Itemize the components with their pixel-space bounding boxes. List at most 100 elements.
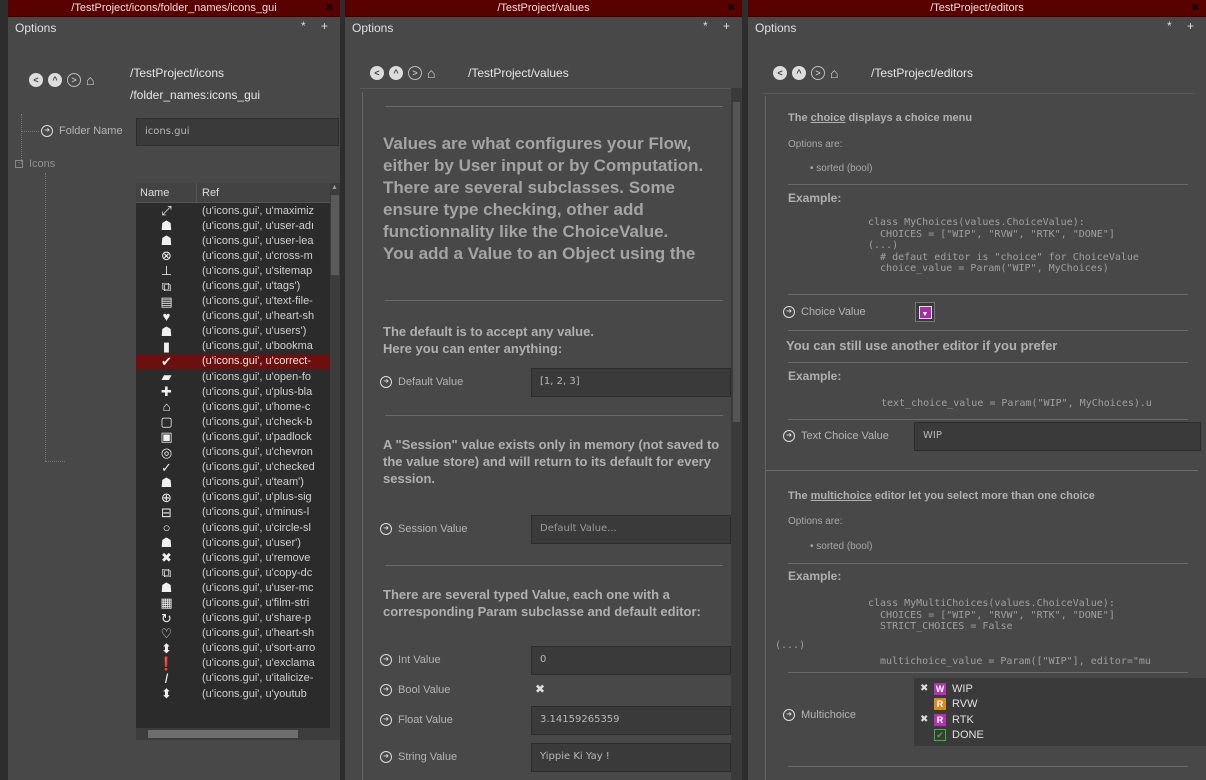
breadcrumb[interactable]: /TestProject/editors — [871, 66, 973, 80]
table-row[interactable]: ⊟ (u'icons.gui', u'minus-l — [136, 505, 340, 520]
options-menu[interactable]: Options — [755, 21, 796, 35]
icons-table[interactable]: Name Ref ⤢ (u'icons.gui', u'maximiz ☗ (u'ic… — [136, 183, 340, 740]
arrow-circle-icon: ➜ — [783, 430, 795, 442]
table-row[interactable]: ▦ (u'icons.gui', u'film-stri — [136, 595, 340, 610]
options-menu[interactable]: Options — [352, 21, 393, 35]
table-row[interactable]: ○ (u'icons.gui', u'circle-sl — [136, 520, 340, 535]
table-row[interactable]: ▤ (u'icons.gui', u'text-file- — [136, 294, 340, 309]
table-row[interactable]: ✔ (u'icons.gui', u'correct- — [136, 353, 340, 370]
table-row[interactable]: ◎ (u'icons.gui', u'chevron — [136, 445, 340, 460]
string-value-field[interactable]: Yippie Ki Yay ! — [531, 743, 731, 772]
table-row[interactable]: ⊗ (u'icons.gui', u'cross-m — [136, 248, 340, 263]
table-row[interactable]: ❗ (u'icons.gui', u'exclama — [136, 656, 340, 671]
multichoice-checkbox[interactable]: ✖ — [920, 683, 931, 694]
multichoice-item-label: RVW — [952, 698, 978, 710]
multichoice-item[interactable]: ✖ W WIP — [920, 681, 973, 696]
column-header-name[interactable]: Name — [136, 183, 197, 202]
back-icon[interactable]: < — [29, 73, 43, 87]
forward-icon[interactable]: > — [408, 66, 422, 80]
row-icon: ♥ — [162, 308, 171, 324]
pane-title-bar[interactable]: /TestProject/editors ✖ — [748, 0, 1206, 17]
table-row[interactable]: ✓ (u'icons.gui', u'checked — [136, 460, 340, 475]
table-row[interactable]: ↻ (u'icons.gui', u'share-p — [136, 611, 340, 626]
column-header-ref[interactable]: Ref — [197, 183, 219, 202]
table-row[interactable]: ☗ (u'icons.gui', u'user-mc — [136, 580, 340, 595]
row-icon: ⊗ — [161, 248, 172, 264]
table-row[interactable]: ☗ (u'icons.gui', u'user-adı — [136, 218, 340, 233]
table-row[interactable]: ▰ (u'icons.gui', u'open-fo — [136, 369, 340, 384]
int-value-field[interactable]: 0 — [531, 646, 731, 675]
options-menu[interactable]: Options — [15, 21, 56, 35]
default-text-line1: The default is to accept any value. — [383, 324, 594, 339]
choice-dropdown[interactable]: ▼ — [915, 302, 935, 322]
home-icon[interactable]: ⌂ — [830, 66, 838, 80]
table-row[interactable]: ☗ (u'icons.gui', u'users') — [136, 324, 340, 339]
bool-value-checkbox[interactable]: ✖ — [535, 682, 545, 696]
table-row[interactable]: ☗ (u'icons.gui', u'user-lea — [136, 233, 340, 248]
icons-tree-item[interactable]: - Icons — [15, 158, 55, 170]
pane-controls[interactable]: * + — [703, 15, 736, 37]
table-row[interactable]: ✖ (u'icons.gui', u'remove — [136, 550, 340, 565]
multichoice-checkbox[interactable]: ✖ — [920, 714, 931, 725]
table-horizontal-scrollbar[interactable] — [136, 728, 340, 740]
up-icon[interactable]: ^ — [389, 66, 403, 80]
default-value-field[interactable]: [1, 2, 3] — [531, 368, 731, 397]
table-row[interactable]: ▢ (u'icons.gui', u'check-b — [136, 414, 340, 429]
row-icon: ☗ — [160, 323, 173, 339]
collapse-icon[interactable]: - — [15, 160, 23, 168]
home-icon[interactable]: ⌂ — [86, 73, 94, 87]
arrow-circle-icon: ➜ — [380, 654, 392, 666]
pane-controls[interactable]: * + — [1167, 15, 1200, 37]
table-row[interactable]: ✚ (u'icons.gui', u'plus-bla — [136, 384, 340, 399]
table-row[interactable]: ☗ (u'icons.gui', u'user') — [136, 535, 340, 550]
table-row[interactable]: ⬍ (u'icons.gui', u'sort-arro — [136, 641, 340, 656]
breadcrumb[interactable]: /TestProject/values — [468, 66, 569, 80]
up-icon[interactable]: ^ — [792, 66, 806, 80]
up-icon[interactable]: ^ — [48, 73, 62, 87]
folder-name-field[interactable]: icons.gui — [136, 118, 339, 146]
table-row[interactable]: ⊕ (u'icons.gui', u'plus-sig — [136, 490, 340, 505]
home-icon[interactable]: ⌂ — [427, 66, 435, 80]
table-row[interactable]: ♥ (u'icons.gui', u'heart-sh — [136, 309, 340, 324]
row-ref: (u'icons.gui', u'users') — [202, 325, 307, 338]
forward-icon[interactable]: > — [811, 66, 825, 80]
table-row[interactable]: ♡ (u'icons.gui', u'heart-sh — [136, 626, 340, 641]
table-row[interactable]: ⊥ (u'icons.gui', u'sitemap — [136, 263, 340, 278]
multichoice-checkbox[interactable] — [920, 698, 931, 710]
multichoice-item[interactable]: ✔ DONE — [920, 728, 984, 743]
forward-icon[interactable]: > — [67, 73, 81, 87]
multichoice-item-label: RTK — [952, 713, 974, 726]
back-icon[interactable]: < — [370, 66, 384, 80]
multichoice-link[interactable]: multichoice — [811, 490, 872, 502]
choice-link[interactable]: choice — [811, 112, 846, 124]
pane-title-bar[interactable]: /TestProject/values ✖ — [345, 0, 742, 17]
divider — [788, 766, 1188, 767]
scroll-up-icon[interactable]: ▲ — [331, 184, 338, 191]
multichoice-checkbox[interactable] — [920, 729, 931, 741]
multichoice-item[interactable]: R RVW — [920, 697, 977, 712]
multichoice-item[interactable]: ✖ R RTK — [920, 712, 974, 727]
session-value-field[interactable]: Default Value... — [531, 515, 731, 544]
breadcrumb-parent[interactable]: /TestProject/icons — [130, 66, 224, 80]
scroll-thumb[interactable] — [331, 195, 339, 275]
scroll-thumb[interactable] — [148, 730, 298, 738]
table-row[interactable]: ☗ (u'icons.gui', u'team') — [136, 475, 340, 490]
table-row[interactable]: ⧉ (u'icons.gui', u'tags') — [136, 278, 340, 294]
table-row[interactable]: ▣ (u'icons.gui', u'padlock — [136, 429, 340, 444]
row-ref: (u'icons.gui', u'chevron — [202, 446, 313, 459]
table-row[interactable]: ⬍ (u'icons.gui', u'youtub — [136, 686, 340, 701]
scroll-thumb[interactable] — [733, 102, 740, 422]
table-vertical-scrollbar[interactable]: ▲ — [330, 183, 340, 728]
table-row[interactable]: ⧉ (u'icons.gui', u'copy-dc — [136, 565, 340, 580]
table-row[interactable]: ⌂ (u'icons.gui', u'home-c — [136, 399, 340, 414]
pane-controls[interactable]: * + — [301, 15, 334, 37]
multichoice-list[interactable]: ✖ W WIP R RVW ✖ R RTK ✔ DONE — [914, 678, 1206, 746]
table-row[interactable]: 𝐼 (u'icons.gui', u'italicize- — [136, 671, 340, 686]
float-value-field[interactable]: 3.14159265359 — [531, 706, 731, 735]
vertical-scrollbar[interactable] — [731, 88, 742, 780]
table-row[interactable]: ⤢ (u'icons.gui', u'maximiz — [136, 203, 340, 218]
table-row[interactable]: ▮ (u'icons.gui', u'bookma — [136, 339, 340, 354]
text-choice-field[interactable]: WIP — [914, 422, 1201, 451]
pane-title-bar[interactable]: /TestProject/icons/folder_names/icons_gu… — [8, 0, 340, 17]
back-icon[interactable]: < — [773, 66, 787, 80]
